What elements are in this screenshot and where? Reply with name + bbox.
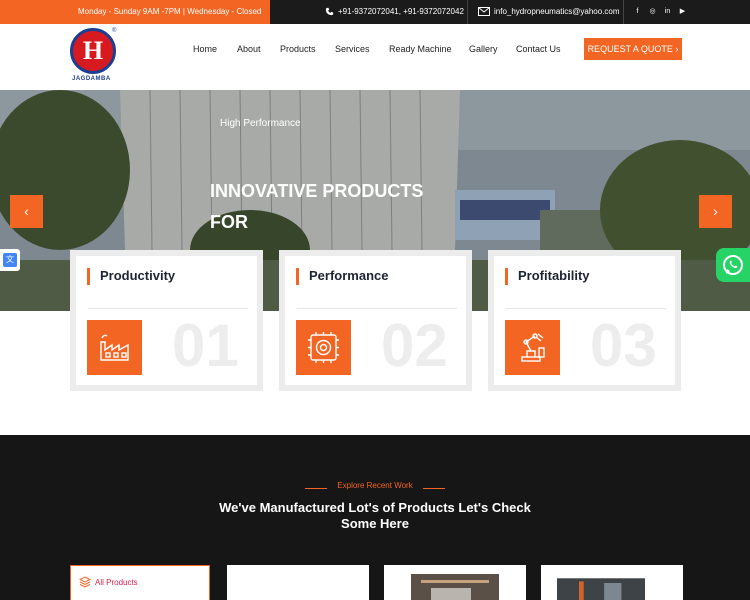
whatsapp-icon xyxy=(723,255,743,275)
nav-gallery[interactable]: Gallery xyxy=(469,24,498,90)
logo-wordmark: JAGDAMBA xyxy=(72,76,111,82)
card-divider xyxy=(506,308,666,309)
envelope-icon xyxy=(478,7,490,17)
feature-card-profitability: Profitability 03 xyxy=(488,250,681,391)
product-image xyxy=(411,574,499,600)
filter-all-products[interactable]: All Products xyxy=(70,565,210,600)
phone-numbers: +91-9372072041, +91-9372072042 xyxy=(338,7,464,16)
nav-about[interactable]: About xyxy=(237,24,261,90)
card-accent-bar xyxy=(505,268,508,285)
nav-ready-machine[interactable]: Ready Machine xyxy=(389,24,452,90)
layers-icon xyxy=(79,576,91,588)
gear-chip-icon xyxy=(296,320,351,375)
phone-icon xyxy=(325,8,334,16)
card-title: Profitability xyxy=(518,268,590,283)
slider-next-button[interactable]: › xyxy=(699,195,732,228)
nav-home[interactable]: Home xyxy=(193,24,217,90)
card-number: 02 xyxy=(381,312,448,379)
email-address: info_hydropneumatics@yahoo.com xyxy=(494,7,620,16)
card-divider xyxy=(88,308,248,309)
robot-arm-icon xyxy=(505,320,560,375)
nav-contact-us[interactable]: Contact Us xyxy=(516,24,561,90)
top-bar: Monday - Sunday 9AM -7PM | Wednesday - C… xyxy=(0,0,750,24)
translate-widget[interactable]: 文 xyxy=(0,249,20,271)
card-accent-bar xyxy=(87,268,90,285)
translate-icon: 文 xyxy=(3,253,17,267)
whatsapp-button[interactable] xyxy=(716,248,750,282)
factory-icon xyxy=(87,320,142,375)
site-header: H ® JAGDAMBA Home About Products Service… xyxy=(0,24,750,90)
recent-work-section: Explore Recent Work We've Manufactured L… xyxy=(0,435,750,600)
product-tile[interactable] xyxy=(384,565,526,600)
card-title: Performance xyxy=(309,268,389,283)
nav-services[interactable]: Services xyxy=(335,24,370,90)
logo-letter: H xyxy=(82,36,104,65)
facebook-icon[interactable]: f xyxy=(630,0,645,24)
section-kicker: Explore Recent Work xyxy=(337,481,413,490)
slider-prev-button[interactable]: ‹ xyxy=(10,195,43,228)
logo-badge: H xyxy=(70,28,116,74)
card-divider xyxy=(297,308,457,309)
product-image xyxy=(557,578,645,600)
hero-kicker: High Performance xyxy=(220,118,301,129)
divider xyxy=(623,0,624,24)
email-info[interactable]: info_hydropneumatics@yahoo.com xyxy=(478,0,620,24)
instagram-icon[interactable]: ◎ xyxy=(645,0,660,24)
request-quote-button[interactable]: REQUEST A QUOTE › xyxy=(584,38,682,60)
nav-products[interactable]: Products xyxy=(280,24,316,90)
logo[interactable]: H ® JAGDAMBA xyxy=(70,28,120,84)
registered-mark: ® xyxy=(112,28,117,34)
business-hours: Monday - Sunday 9AM -7PM | Wednesday - C… xyxy=(0,0,270,24)
card-accent-bar xyxy=(296,268,299,285)
divider xyxy=(467,0,468,24)
product-tile[interactable] xyxy=(541,565,683,600)
product-tile[interactable] xyxy=(227,565,369,600)
hero-headline: INNOVATIVE PRODUCTS FOR xyxy=(210,181,424,232)
card-number: 01 xyxy=(172,312,239,379)
feature-card-productivity: Productivity 01 xyxy=(70,250,263,391)
filter-label: All Products xyxy=(95,578,138,587)
youtube-icon[interactable]: ▶ xyxy=(675,0,690,24)
social-links: f ◎ in ▶ xyxy=(630,0,690,24)
feature-card-performance: Performance 02 xyxy=(279,250,472,391)
phone-info[interactable]: +91-9372072041, +91-9372072042 xyxy=(325,0,464,24)
card-number: 03 xyxy=(590,312,657,379)
section-heading: We've Manufactured Lot's of Products Let… xyxy=(219,500,531,531)
card-title: Productivity xyxy=(100,268,176,283)
linkedin-icon[interactable]: in xyxy=(660,0,675,24)
